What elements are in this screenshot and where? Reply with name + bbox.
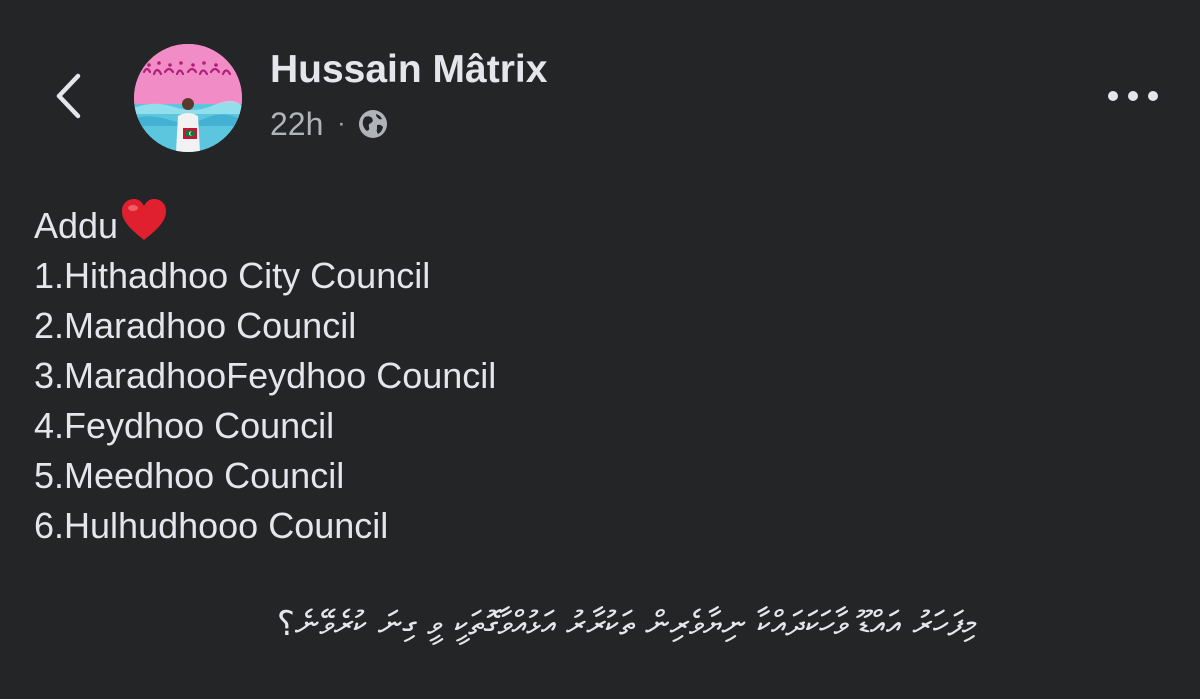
post-list-item: 1.Hithadhoo City Council [34, 255, 431, 296]
chevron-left-icon [56, 73, 81, 119]
post-list-item: 5.Meedhoo Council [34, 455, 345, 496]
post-screen: Hussain Mâtrix 22h · Addu 1.Hithadhoo Ci… [0, 0, 1200, 699]
globe-icon[interactable] [357, 108, 389, 140]
more-horizontal-icon [1108, 91, 1158, 101]
author-name[interactable]: Hussain Mâtrix [270, 48, 547, 92]
post-title: Addu [34, 205, 119, 246]
red-heart-emoji-icon [122, 199, 167, 240]
avatar-image [134, 44, 242, 152]
post-dhivehi-text: މިފަހަރު އައްޑޫ ވާހަކަދައްކާ ނިޔާވެރިން … [276, 604, 976, 644]
post-text: Addu 1.Hithadhoo City Council 2.Maradhoo… [34, 198, 496, 551]
meta-separator: · [337, 110, 346, 137]
post-list-item: 4.Feydhoo Council [34, 405, 335, 446]
post-list-item: 3.MaradhooFeydhoo Council [34, 355, 497, 396]
more-options-button[interactable] [1098, 74, 1168, 118]
post-timestamp[interactable]: 22h [270, 106, 323, 143]
post-list-item: 6.Hulhudhooo Council [34, 505, 389, 546]
post-list-item: 2.Maradhoo Council [34, 305, 357, 346]
avatar[interactable] [134, 44, 242, 152]
back-button[interactable] [40, 66, 96, 126]
post-title-line: Addu [34, 198, 496, 251]
post-meta: 22h · [270, 106, 389, 142]
